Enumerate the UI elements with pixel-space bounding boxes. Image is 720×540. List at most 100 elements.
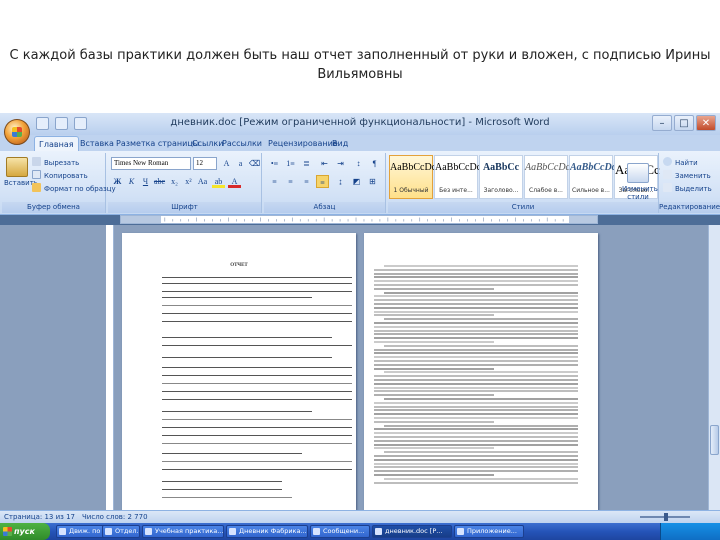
change-styles-icon [627, 163, 649, 183]
text-line [374, 295, 578, 298]
text-line [374, 284, 578, 286]
title-bar: дневник.doc [Режим ограниченной функцион… [0, 113, 720, 135]
borders-icon[interactable]: ⊞ [366, 175, 379, 188]
bullets-icon[interactable]: •≡ [268, 157, 281, 170]
font-group: Times New Roman 12 A a ⌫ Ж К Ч abc x₂ x²… [108, 153, 262, 213]
copy-button[interactable]: Копировать [32, 170, 88, 182]
taskbar-item[interactable]: Отдел... [102, 525, 140, 538]
text-line [374, 466, 578, 469]
style-subtle-emphasis[interactable]: AaBbCcDc Слабое в... [524, 155, 570, 199]
superscript-icon[interactable]: x² [182, 175, 195, 188]
increase-indent-icon[interactable]: ⇥ [334, 157, 347, 170]
replace-icon [663, 170, 672, 179]
sort-icon[interactable]: ↕ [352, 157, 365, 170]
shading-icon[interactable]: ◩ [350, 175, 363, 188]
ribbon-tabs: Главная Вставка Разметка страницы Ссылки… [0, 135, 720, 151]
text-line [162, 453, 302, 454]
text-line [162, 297, 312, 298]
text-line [374, 310, 578, 313]
highlight-icon[interactable]: ab [212, 175, 225, 188]
decrease-indent-icon[interactable]: ⇤ [318, 157, 331, 170]
font-color-icon[interactable]: A [228, 175, 241, 188]
font-size-combo[interactable]: 12 [193, 157, 217, 170]
text-line [374, 474, 494, 476]
bold-icon[interactable]: Ж [111, 175, 124, 188]
text-line [384, 265, 578, 267]
word-window: дневник.doc [Режим ограниченной функцион… [0, 113, 720, 540]
style-intense-emphasis[interactable]: AaBbCcDc Сильное в... [569, 155, 616, 199]
zoom-slider[interactable] [640, 513, 690, 521]
taskbar-item[interactable]: Приложение... [454, 525, 524, 538]
text-line [162, 419, 352, 420]
maximize-button[interactable]: □ [674, 115, 694, 131]
styles-gallery: AaBbCcDc 1 Обычный AaBbCcDc Без инте... … [389, 155, 660, 199]
start-button[interactable]: пуск [0, 523, 50, 540]
close-button[interactable]: ✕ [696, 115, 716, 131]
text-line [374, 390, 578, 393]
scrollbar-thumb[interactable] [710, 425, 719, 455]
text-line [374, 420, 494, 423]
text-line [374, 341, 494, 343]
horizontal-ruler[interactable] [120, 215, 598, 224]
text-line [374, 409, 578, 412]
subscript-icon[interactable]: x₂ [168, 175, 181, 188]
numbering-icon[interactable]: 1≡ [284, 157, 297, 170]
style-normal[interactable]: AaBbCcDc 1 Обычный [389, 155, 436, 199]
window-controls: – □ ✕ [652, 115, 716, 131]
page-counter[interactable]: Страница: 13 из 17 [4, 511, 75, 523]
line-spacing-icon[interactable]: ↨ [334, 175, 347, 188]
cut-button[interactable]: Вырезать [32, 157, 79, 169]
brush-icon [32, 183, 41, 192]
style-heading-1[interactable]: AaBbCc Заголово... [479, 155, 523, 199]
vertical-scrollbar[interactable] [708, 225, 720, 510]
font-name-combo[interactable]: Times New Roman [111, 157, 191, 170]
scissors-icon [32, 157, 41, 166]
taskbar-item-active[interactable]: дневник.doc [Р... [372, 525, 452, 538]
pilcrow-icon[interactable]: ¶ [368, 157, 381, 170]
text-line [384, 424, 578, 427]
taskbar-item[interactable]: Учебная практика... [142, 525, 224, 538]
document-page-1[interactable]: ОТЧЕТ [122, 233, 356, 510]
select-button[interactable]: Выделить [663, 183, 712, 195]
tab-home[interactable]: Главная [34, 136, 79, 151]
multilevel-list-icon[interactable]: ≣ [300, 157, 313, 170]
italic-icon[interactable]: К [125, 175, 138, 188]
clear-format-icon[interactable]: ⌫ [248, 157, 261, 170]
text-line [374, 458, 578, 461]
text-line [162, 291, 352, 292]
clipboard-icon [6, 157, 28, 177]
tab-view[interactable]: Вид [328, 136, 352, 151]
report-title: ОТЧЕТ [230, 263, 248, 268]
office-button[interactable] [4, 119, 30, 145]
shrink-font-icon[interactable]: a [234, 157, 247, 170]
taskbar-item[interactable]: Сообщени... [310, 525, 370, 538]
change-styles-button[interactable]: Изменить стили [622, 161, 658, 201]
text-line [374, 481, 578, 484]
underline-icon[interactable]: Ч [139, 175, 152, 188]
vertical-ruler[interactable] [106, 225, 114, 510]
word-count[interactable]: Число слов: 2 770 [82, 511, 148, 523]
text-line [374, 394, 494, 397]
paste-button[interactable]: Вставить [4, 155, 38, 187]
text-line [162, 305, 352, 306]
find-button[interactable]: Найти [663, 157, 698, 169]
paragraph-group: •≡ 1≡ ≣ ⇤ ⇥ ↕ ¶ ≡ ≡ ≡ ≡ ↨ ◩ ⊞ Абзац [264, 153, 386, 213]
status-bar: Страница: 13 из 17 Число слов: 2 770 [0, 510, 720, 523]
tab-mailings[interactable]: Рассылки [218, 136, 266, 151]
document-page-2[interactable] [364, 233, 598, 510]
taskbar-item[interactable]: Дневник Фабрика... [226, 525, 308, 538]
minimize-button[interactable]: – [652, 115, 672, 131]
text-line [374, 337, 578, 340]
change-case-icon[interactable]: Aa [196, 175, 209, 188]
justify-icon[interactable]: ≡ [316, 175, 329, 188]
text-line [162, 277, 352, 278]
align-right-icon[interactable]: ≡ [300, 175, 313, 188]
text-line [384, 398, 578, 400]
align-center-icon[interactable]: ≡ [284, 175, 297, 188]
grow-font-icon[interactable]: A [220, 157, 233, 170]
align-left-icon[interactable]: ≡ [268, 175, 281, 188]
format-painter-button[interactable]: Формат по образцу [32, 183, 116, 195]
replace-button[interactable]: Заменить [663, 170, 711, 182]
strikethrough-icon[interactable]: abc [153, 175, 166, 188]
style-no-spacing[interactable]: AaBbCcDc Без инте... [434, 155, 481, 199]
